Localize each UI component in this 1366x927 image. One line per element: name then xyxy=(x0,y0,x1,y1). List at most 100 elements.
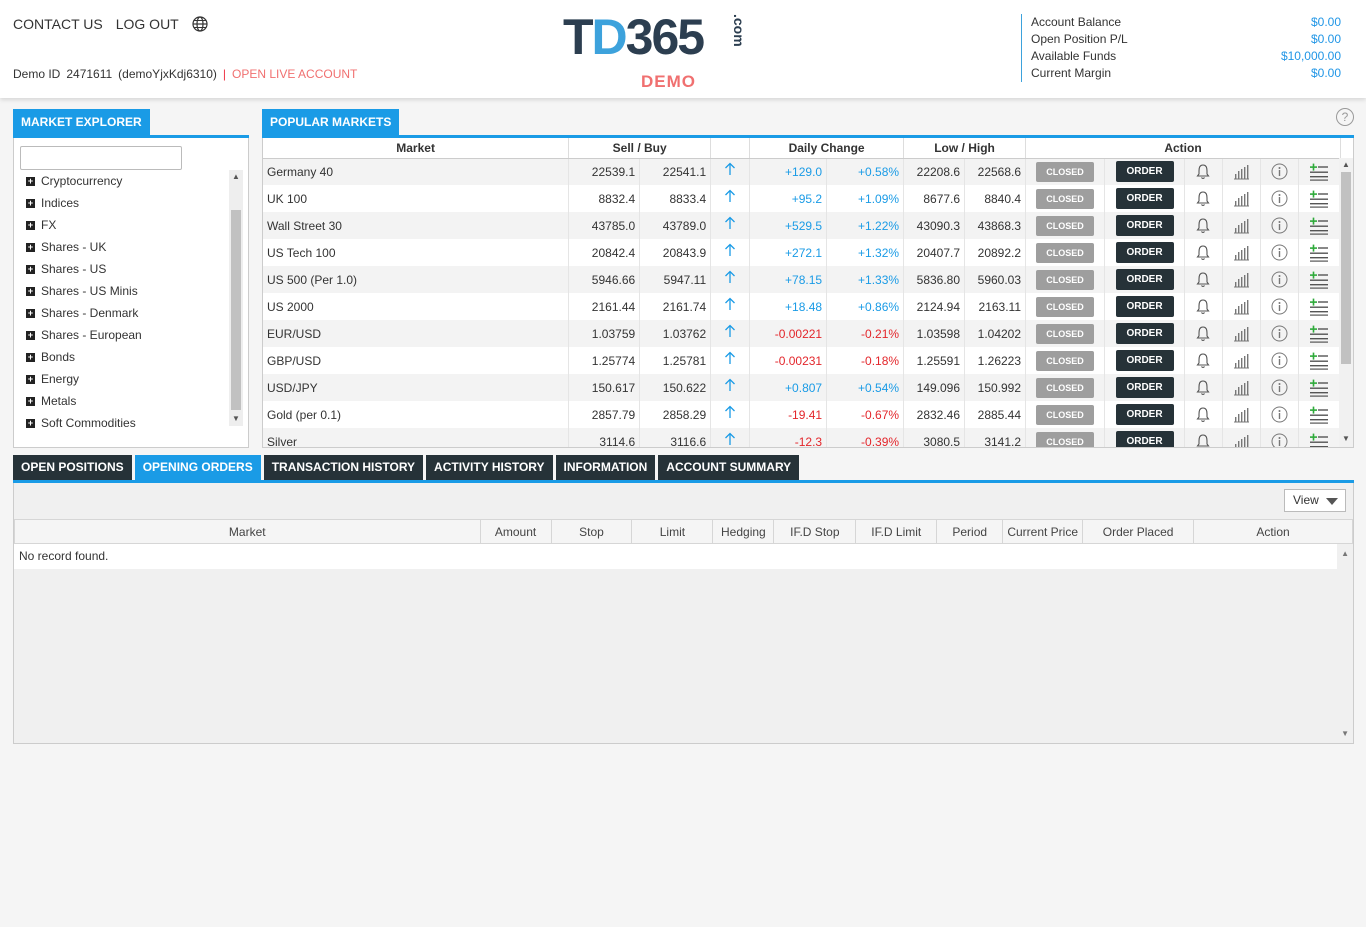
chart-icon[interactable] xyxy=(1222,374,1261,401)
buy-price[interactable]: 1.25781 xyxy=(639,347,712,374)
market-row[interactable]: US 2000 2161.44 2161.74 +18.48 +0.86% 2124.94… xyxy=(263,293,1342,320)
order-button[interactable]: ORDER xyxy=(1115,350,1174,371)
bell-icon[interactable] xyxy=(1184,428,1223,447)
market-explorer-tab[interactable]: MARKET EXPLORER xyxy=(13,109,150,135)
order-button[interactable]: ORDER xyxy=(1115,161,1174,183)
sell-price[interactable]: 1.25774 xyxy=(568,347,641,374)
col-stop[interactable]: Stop xyxy=(550,519,633,544)
tab-information[interactable]: INFORMATION xyxy=(555,455,656,480)
chart-icon[interactable] xyxy=(1222,266,1261,293)
market-category-item[interactable]: + Cryptocurrency xyxy=(26,170,142,192)
expand-plus-icon[interactable]: + xyxy=(26,418,35,428)
chart-icon[interactable] xyxy=(1222,239,1261,266)
expand-plus-icon[interactable]: + xyxy=(26,220,35,230)
info-icon[interactable] xyxy=(1260,185,1299,212)
bell-icon[interactable] xyxy=(1184,158,1223,185)
col-order-placed[interactable]: Order Placed xyxy=(1082,519,1195,544)
sell-price[interactable]: 2161.44 xyxy=(568,293,641,320)
market-category-item[interactable]: + Shares - US xyxy=(26,258,142,280)
market-explorer-scrollbar[interactable]: ▲ ▼ xyxy=(229,170,243,426)
col-if-d-limit[interactable]: IF.D Limit xyxy=(855,519,938,544)
add-watchlist-icon[interactable] xyxy=(1298,320,1342,347)
col-if-d-stop[interactable]: IF.D Stop xyxy=(773,519,857,544)
scroll-down-icon[interactable]: ▼ xyxy=(1342,434,1350,443)
info-icon[interactable] xyxy=(1260,239,1299,266)
market-category-item[interactable]: + Bonds xyxy=(26,346,142,368)
expand-plus-icon[interactable]: + xyxy=(26,374,35,384)
scroll-thumb[interactable] xyxy=(1341,172,1351,364)
add-watchlist-icon[interactable] xyxy=(1298,158,1342,185)
chart-icon[interactable] xyxy=(1222,347,1261,374)
buy-price[interactable]: 2161.74 xyxy=(639,293,712,320)
add-watchlist-icon[interactable] xyxy=(1298,347,1342,374)
tab-transaction-history[interactable]: TRANSACTION HISTORY xyxy=(263,455,424,480)
chart-icon[interactable] xyxy=(1222,320,1261,347)
add-watchlist-icon[interactable] xyxy=(1298,293,1342,320)
log-out-link[interactable]: LOG OUT xyxy=(116,16,179,32)
sell-price[interactable]: 43785.0 xyxy=(568,212,641,239)
chart-icon[interactable] xyxy=(1222,401,1261,428)
buy-price[interactable]: 22541.1 xyxy=(639,158,712,185)
info-icon[interactable] xyxy=(1260,320,1299,347)
scroll-thumb[interactable] xyxy=(231,210,241,410)
sell-price[interactable]: 2857.79 xyxy=(568,401,641,428)
expand-plus-icon[interactable]: + xyxy=(26,396,35,406)
bell-icon[interactable] xyxy=(1184,401,1223,428)
view-dropdown[interactable]: View xyxy=(1284,489,1346,512)
tab-opening-orders[interactable]: OPENING ORDERS xyxy=(134,455,261,480)
chart-icon[interactable] xyxy=(1222,185,1261,212)
bell-icon[interactable] xyxy=(1184,185,1223,212)
info-icon[interactable] xyxy=(1260,374,1299,401)
market-name[interactable]: US 500 (Per 1.0) xyxy=(263,266,570,293)
add-watchlist-icon[interactable] xyxy=(1298,374,1342,401)
buy-price[interactable]: 2858.29 xyxy=(639,401,712,428)
sell-price[interactable]: 5946.66 xyxy=(568,266,641,293)
market-row[interactable]: US Tech 100 20842.4 20843.9 +272.1 +1.32% 204… xyxy=(263,239,1342,266)
info-icon[interactable] xyxy=(1260,428,1299,447)
market-row[interactable]: Gold (per 0.1) 2857.79 2858.29 -19.41 -0.67%… xyxy=(263,401,1342,428)
market-name[interactable]: US Tech 100 xyxy=(263,239,570,266)
market-category-item[interactable]: + FX xyxy=(26,214,142,236)
market-name[interactable]: EUR/USD xyxy=(263,320,570,347)
add-watchlist-icon[interactable] xyxy=(1298,428,1342,447)
market-row[interactable]: GBP/USD 1.25774 1.25781 -0.00231 -0.18% 1.255… xyxy=(263,347,1342,374)
expand-plus-icon[interactable]: + xyxy=(26,264,35,274)
chart-icon[interactable] xyxy=(1222,293,1261,320)
market-row[interactable]: Wall Street 30 43785.0 43789.0 +529.5 +1.22%… xyxy=(263,212,1342,239)
buy-price[interactable]: 5947.11 xyxy=(639,266,712,293)
buy-price[interactable]: 150.622 xyxy=(639,374,712,401)
market-search-input[interactable] xyxy=(20,146,182,170)
add-watchlist-icon[interactable] xyxy=(1298,401,1342,428)
col-limit[interactable]: Limit xyxy=(631,519,714,544)
chart-icon[interactable] xyxy=(1222,158,1261,185)
bell-icon[interactable] xyxy=(1184,320,1223,347)
expand-plus-icon[interactable]: + xyxy=(26,176,35,186)
expand-plus-icon[interactable]: + xyxy=(26,242,35,252)
sell-price[interactable]: 150.617 xyxy=(568,374,641,401)
market-name[interactable]: GBP/USD xyxy=(263,347,570,374)
bell-icon[interactable] xyxy=(1184,266,1223,293)
contact-us-link[interactable]: CONTACT US xyxy=(13,16,103,32)
market-name[interactable]: USD/JPY xyxy=(263,374,570,401)
scroll-down-icon[interactable]: ▼ xyxy=(232,414,240,423)
market-name[interactable]: US 2000 xyxy=(263,293,570,320)
buy-price[interactable]: 20843.9 xyxy=(639,239,712,266)
sell-price[interactable]: 3114.6 xyxy=(568,428,641,447)
market-name[interactable]: Silver xyxy=(263,428,570,447)
col-hedging[interactable]: Hedging xyxy=(712,519,775,544)
add-watchlist-icon[interactable] xyxy=(1298,266,1342,293)
open-live-account-link[interactable]: OPEN LIVE ACCOUNT xyxy=(232,67,357,81)
scroll-down-icon[interactable]: ▼ xyxy=(1341,729,1349,738)
globe-icon[interactable] xyxy=(192,16,208,32)
expand-plus-icon[interactable]: + xyxy=(26,308,35,318)
add-watchlist-icon[interactable] xyxy=(1298,239,1342,266)
order-button[interactable]: ORDER xyxy=(1115,296,1174,317)
bell-icon[interactable] xyxy=(1184,293,1223,320)
help-icon[interactable]: ? xyxy=(1336,108,1354,126)
market-row[interactable]: Germany 40 22539.1 22541.1 +129.0 +0.58% 2220… xyxy=(263,158,1342,185)
sell-price[interactable]: 20842.4 xyxy=(568,239,641,266)
market-row[interactable]: EUR/USD 1.03759 1.03762 -0.00221 -0.21% 1.035… xyxy=(263,320,1342,347)
order-button[interactable]: ORDER xyxy=(1115,404,1174,425)
tab-open-positions[interactable]: OPEN POSITIONS xyxy=(13,455,132,480)
buy-price[interactable]: 43789.0 xyxy=(639,212,712,239)
